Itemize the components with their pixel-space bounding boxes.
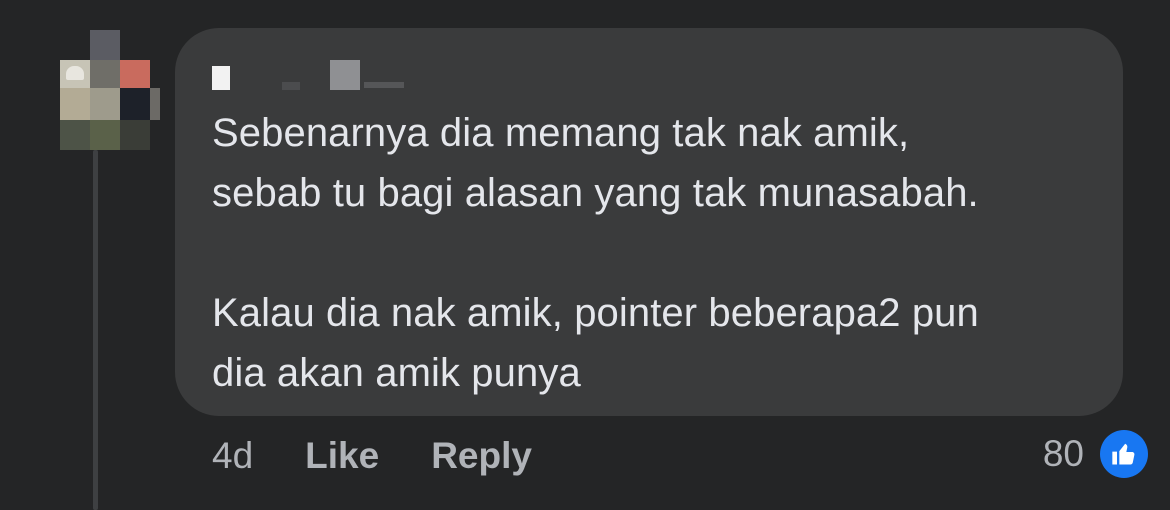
timestamp[interactable]: 4d — [212, 435, 253, 477]
author-name[interactable] — [212, 58, 412, 90]
thread-line — [93, 150, 98, 510]
reply-button[interactable]: Reply — [431, 435, 532, 477]
like-button[interactable]: Like — [305, 435, 379, 477]
comment-line-2: sebab tu bagi alasan yang tak munasabah. — [212, 171, 979, 215]
comment-line-1: Sebenarnya dia memang tak nak amik, — [212, 111, 910, 155]
avatar[interactable] — [60, 30, 160, 152]
comment-text: Sebenarnya dia memang tak nak amik, seba… — [212, 103, 1102, 403]
reaction-count: 80 — [1042, 433, 1084, 474]
comment-thread: Sebenarnya dia memang tak nak amik, seba… — [0, 0, 1170, 510]
thumbs-up-icon — [1100, 430, 1148, 478]
comment-actions: 4d Like Reply — [212, 430, 584, 482]
comment-line-4: dia akan amik punya — [212, 351, 581, 395]
comment-line-3: Kalau dia nak amik, pointer beberapa2 pu… — [212, 291, 979, 335]
reaction-summary[interactable]: 80 — [1043, 428, 1148, 480]
